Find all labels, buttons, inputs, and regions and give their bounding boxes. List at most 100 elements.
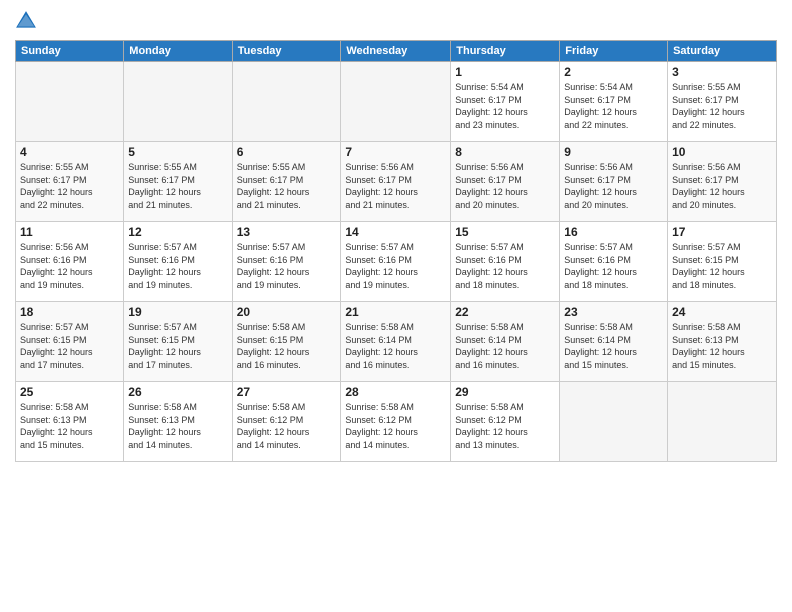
day-number: 4	[20, 145, 119, 159]
day-detail: Sunrise: 5:57 AM Sunset: 6:16 PM Dayligh…	[564, 241, 663, 291]
calendar-week-row: 4 Sunrise: 5:55 AM Sunset: 6:17 PM Daylig…	[16, 142, 777, 222]
day-detail: Sunrise: 5:58 AM Sunset: 6:15 PM Dayligh…	[237, 321, 337, 371]
calendar-header-row: SundayMondayTuesdayWednesdayThursdayFrid…	[16, 41, 777, 62]
calendar-cell: 15 Sunrise: 5:57 AM Sunset: 6:16 PM Dayli…	[451, 222, 560, 302]
day-detail: Sunrise: 5:58 AM Sunset: 6:14 PM Dayligh…	[455, 321, 555, 371]
day-number: 14	[345, 225, 446, 239]
calendar-cell	[232, 62, 341, 142]
calendar-cell: 9 Sunrise: 5:56 AM Sunset: 6:17 PM Daylig…	[560, 142, 668, 222]
calendar-cell	[16, 62, 124, 142]
calendar-cell: 1 Sunrise: 5:54 AM Sunset: 6:17 PM Daylig…	[451, 62, 560, 142]
col-header-wednesday: Wednesday	[341, 41, 451, 62]
calendar-cell	[124, 62, 232, 142]
day-number: 8	[455, 145, 555, 159]
calendar-cell	[560, 382, 668, 462]
day-detail: Sunrise: 5:56 AM Sunset: 6:17 PM Dayligh…	[564, 161, 663, 211]
header	[15, 10, 777, 32]
col-header-monday: Monday	[124, 41, 232, 62]
calendar-week-row: 1 Sunrise: 5:54 AM Sunset: 6:17 PM Daylig…	[16, 62, 777, 142]
day-detail: Sunrise: 5:58 AM Sunset: 6:14 PM Dayligh…	[564, 321, 663, 371]
day-number: 21	[345, 305, 446, 319]
calendar-week-row: 18 Sunrise: 5:57 AM Sunset: 6:15 PM Dayli…	[16, 302, 777, 382]
day-number: 27	[237, 385, 337, 399]
calendar-cell: 7Sunrise: 5:56 AM Sunset: 6:17 PM Daylig…	[341, 142, 451, 222]
calendar-cell: 20 Sunrise: 5:58 AM Sunset: 6:15 PM Dayli…	[232, 302, 341, 382]
day-number: 28	[345, 385, 446, 399]
calendar-week-row: 25 Sunrise: 5:58 AM Sunset: 6:13 PM Dayli…	[16, 382, 777, 462]
day-number: 17	[672, 225, 772, 239]
calendar-cell: 27 Sunrise: 5:58 AM Sunset: 6:12 PM Dayli…	[232, 382, 341, 462]
day-detail: Sunrise: 5:55 AM Sunset: 6:17 PM Dayligh…	[237, 161, 337, 211]
day-detail: Sunrise: 5:58 AM Sunset: 6:13 PM Dayligh…	[128, 401, 227, 451]
day-number: 1	[455, 65, 555, 79]
day-detail: Sunrise: 5:58 AM Sunset: 6:13 PM Dayligh…	[20, 401, 119, 451]
calendar-cell: 29Sunrise: 5:58 AM Sunset: 6:12 PM Dayli…	[451, 382, 560, 462]
page: SundayMondayTuesdayWednesdayThursdayFrid…	[0, 0, 792, 472]
day-detail: Sunrise: 5:57 AM Sunset: 6:15 PM Dayligh…	[20, 321, 119, 371]
calendar-cell: 2Sunrise: 5:54 AM Sunset: 6:17 PM Daylig…	[560, 62, 668, 142]
day-detail: Sunrise: 5:55 AM Sunset: 6:17 PM Dayligh…	[672, 81, 772, 131]
day-detail: Sunrise: 5:58 AM Sunset: 6:12 PM Dayligh…	[237, 401, 337, 451]
day-detail: Sunrise: 5:58 AM Sunset: 6:12 PM Dayligh…	[455, 401, 555, 451]
day-detail: Sunrise: 5:54 AM Sunset: 6:17 PM Dayligh…	[564, 81, 663, 131]
day-number: 11	[20, 225, 119, 239]
day-detail: Sunrise: 5:56 AM Sunset: 6:16 PM Dayligh…	[20, 241, 119, 291]
calendar-cell	[668, 382, 777, 462]
day-detail: Sunrise: 5:57 AM Sunset: 6:16 PM Dayligh…	[237, 241, 337, 291]
day-number: 6	[237, 145, 337, 159]
calendar-cell: 24 Sunrise: 5:58 AM Sunset: 6:13 PM Dayli…	[668, 302, 777, 382]
day-detail: Sunrise: 5:57 AM Sunset: 6:16 PM Dayligh…	[455, 241, 555, 291]
day-detail: Sunrise: 5:58 AM Sunset: 6:14 PM Dayligh…	[345, 321, 446, 371]
calendar-cell: 17 Sunrise: 5:57 AM Sunset: 6:15 PM Dayli…	[668, 222, 777, 302]
col-header-saturday: Saturday	[668, 41, 777, 62]
day-number: 7	[345, 145, 446, 159]
day-number: 25	[20, 385, 119, 399]
day-detail: Sunrise: 5:57 AM Sunset: 6:16 PM Dayligh…	[345, 241, 446, 291]
calendar-cell: 22Sunrise: 5:58 AM Sunset: 6:14 PM Dayli…	[451, 302, 560, 382]
day-number: 3	[672, 65, 772, 79]
day-number: 5	[128, 145, 227, 159]
calendar-cell: 19 Sunrise: 5:57 AM Sunset: 6:15 PM Dayli…	[124, 302, 232, 382]
day-detail: Sunrise: 5:56 AM Sunset: 6:17 PM Dayligh…	[455, 161, 555, 211]
day-number: 23	[564, 305, 663, 319]
day-number: 24	[672, 305, 772, 319]
day-number: 20	[237, 305, 337, 319]
calendar-cell: 4 Sunrise: 5:55 AM Sunset: 6:17 PM Daylig…	[16, 142, 124, 222]
day-detail: Sunrise: 5:54 AM Sunset: 6:17 PM Dayligh…	[455, 81, 555, 131]
calendar-cell: 3 Sunrise: 5:55 AM Sunset: 6:17 PM Daylig…	[668, 62, 777, 142]
day-number: 19	[128, 305, 227, 319]
col-header-thursday: Thursday	[451, 41, 560, 62]
day-detail: Sunrise: 5:55 AM Sunset: 6:17 PM Dayligh…	[128, 161, 227, 211]
day-detail: Sunrise: 5:55 AM Sunset: 6:17 PM Dayligh…	[20, 161, 119, 211]
col-header-tuesday: Tuesday	[232, 41, 341, 62]
calendar-cell: 6 Sunrise: 5:55 AM Sunset: 6:17 PM Daylig…	[232, 142, 341, 222]
day-number: 9	[564, 145, 663, 159]
calendar-cell: 11 Sunrise: 5:56 AM Sunset: 6:16 PM Dayli…	[16, 222, 124, 302]
day-detail: Sunrise: 5:57 AM Sunset: 6:15 PM Dayligh…	[672, 241, 772, 291]
calendar-cell: 8 Sunrise: 5:56 AM Sunset: 6:17 PM Daylig…	[451, 142, 560, 222]
calendar-table: SundayMondayTuesdayWednesdayThursdayFrid…	[15, 40, 777, 462]
calendar-cell: 5 Sunrise: 5:55 AM Sunset: 6:17 PM Daylig…	[124, 142, 232, 222]
calendar-cell: 28 Sunrise: 5:58 AM Sunset: 6:12 PM Dayli…	[341, 382, 451, 462]
calendar-cell: 25 Sunrise: 5:58 AM Sunset: 6:13 PM Dayli…	[16, 382, 124, 462]
logo	[15, 10, 41, 32]
calendar-cell: 14 Sunrise: 5:57 AM Sunset: 6:16 PM Dayli…	[341, 222, 451, 302]
calendar-cell: 16 Sunrise: 5:57 AM Sunset: 6:16 PM Dayli…	[560, 222, 668, 302]
day-number: 13	[237, 225, 337, 239]
logo-icon	[15, 10, 37, 32]
day-number: 15	[455, 225, 555, 239]
day-detail: Sunrise: 5:57 AM Sunset: 6:16 PM Dayligh…	[128, 241, 227, 291]
day-number: 26	[128, 385, 227, 399]
col-header-sunday: Sunday	[16, 41, 124, 62]
day-detail: Sunrise: 5:58 AM Sunset: 6:12 PM Dayligh…	[345, 401, 446, 451]
calendar-cell	[341, 62, 451, 142]
day-detail: Sunrise: 5:58 AM Sunset: 6:13 PM Dayligh…	[672, 321, 772, 371]
calendar-cell: 23 Sunrise: 5:58 AM Sunset: 6:14 PM Dayli…	[560, 302, 668, 382]
calendar-cell: 10Sunrise: 5:56 AM Sunset: 6:17 PM Dayli…	[668, 142, 777, 222]
day-number: 12	[128, 225, 227, 239]
day-number: 16	[564, 225, 663, 239]
day-number: 10	[672, 145, 772, 159]
day-number: 18	[20, 305, 119, 319]
col-header-friday: Friday	[560, 41, 668, 62]
day-detail: Sunrise: 5:57 AM Sunset: 6:15 PM Dayligh…	[128, 321, 227, 371]
